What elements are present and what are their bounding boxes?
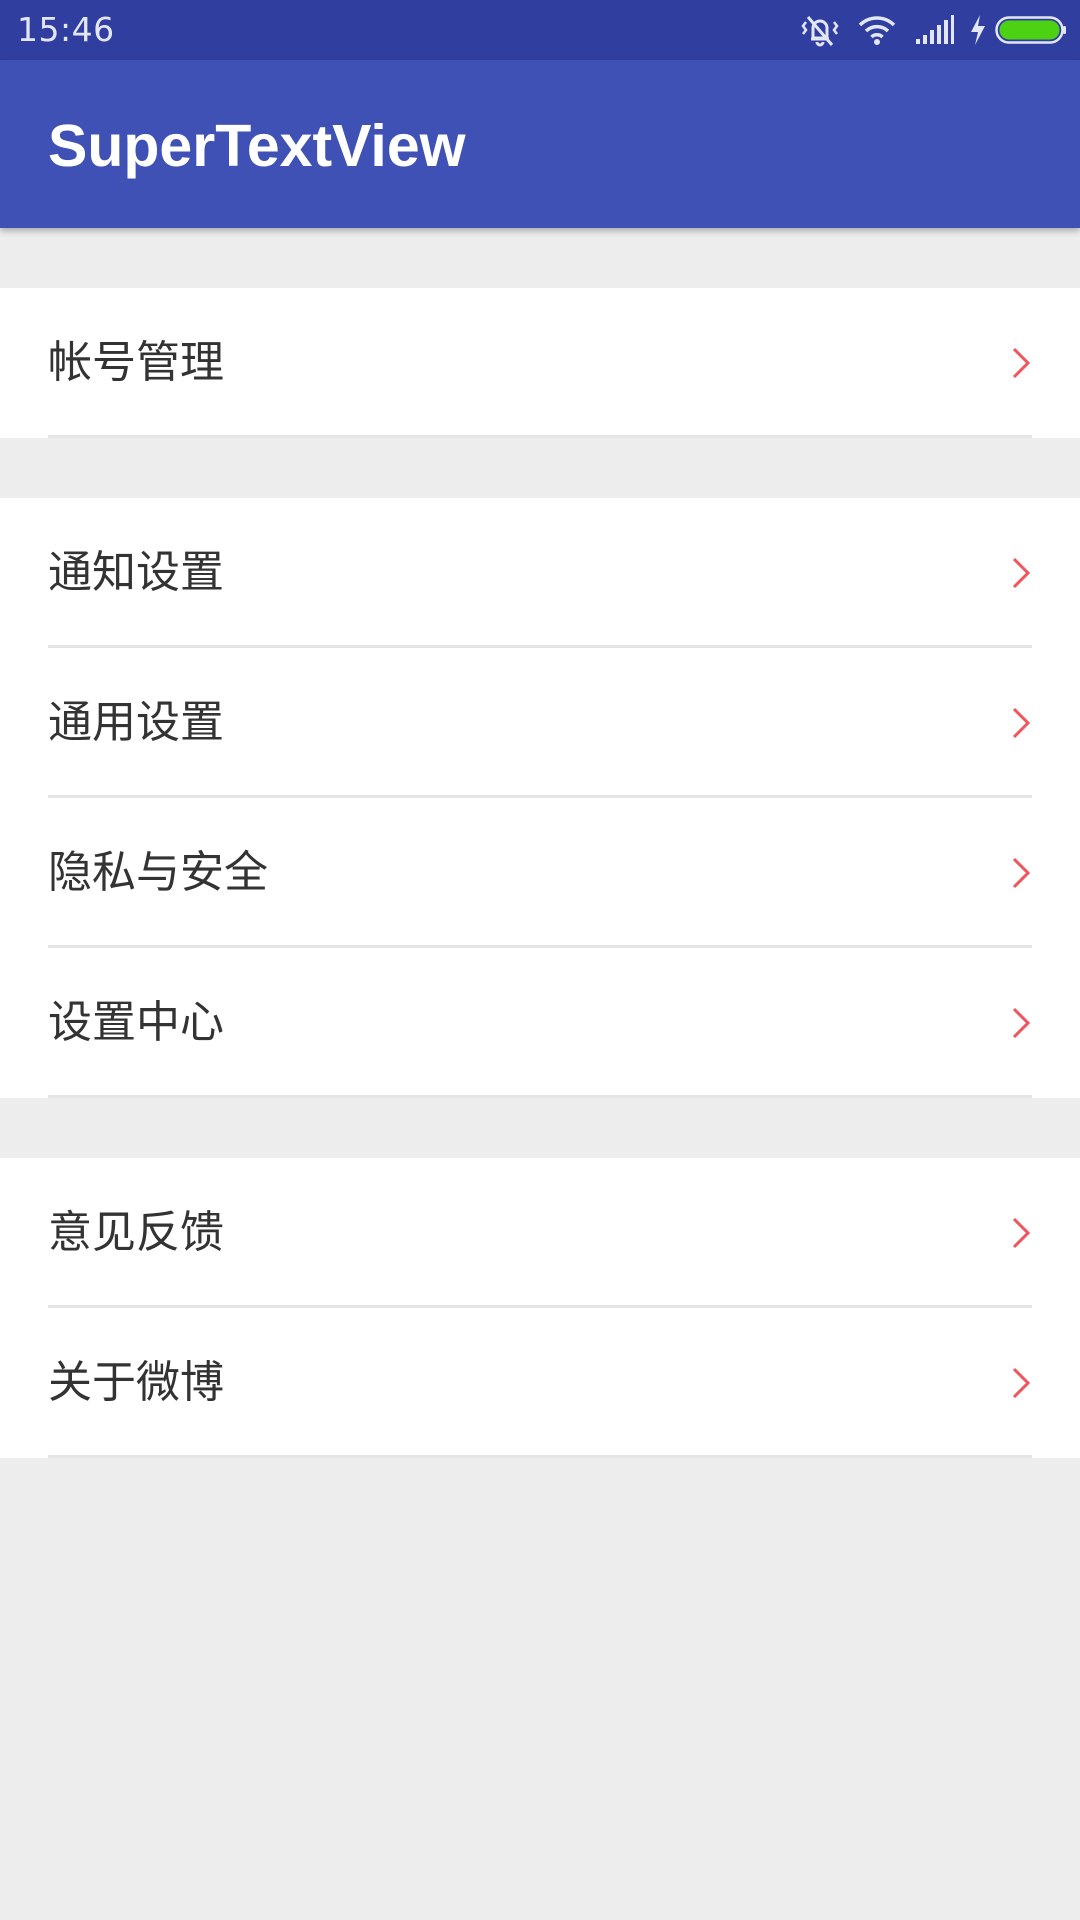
- status-bar: 15:46: [0, 0, 1080, 60]
- setting-item-label: 帐号管理: [48, 337, 224, 388]
- app-title: SuperTextView: [48, 113, 466, 179]
- chevron-right-icon: [1012, 347, 1030, 379]
- setting-item-label: 关于微博: [48, 1357, 224, 1408]
- chevron-right-icon: [1012, 557, 1030, 589]
- vibrate-icon: [801, 16, 839, 47]
- settings-group-preferences: 通知设置 通用设置 隐私与安全 设置中心: [0, 498, 1080, 1098]
- divider: [48, 1095, 1032, 1098]
- settings-group-account: 帐号管理: [0, 288, 1080, 438]
- chevron-right-icon: [1012, 1367, 1030, 1399]
- chevron-right-icon: [1012, 857, 1030, 889]
- setting-item-general-settings[interactable]: 通用设置: [0, 648, 1080, 798]
- chevron-right-icon: [1012, 707, 1030, 739]
- setting-item-account-management[interactable]: 帐号管理: [0, 288, 1080, 438]
- setting-item-about-weibo[interactable]: 关于微博: [0, 1308, 1080, 1458]
- setting-item-label: 隐私与安全: [48, 847, 268, 898]
- divider: [48, 435, 1032, 438]
- settings-group-about: 意见反馈 关于微博: [0, 1158, 1080, 1458]
- status-icons: [801, 10, 1067, 50]
- setting-item-privacy-security[interactable]: 隐私与安全: [0, 798, 1080, 948]
- wifi-icon: [858, 16, 896, 45]
- setting-item-notification-settings[interactable]: 通知设置: [0, 498, 1080, 648]
- divider: [48, 1455, 1032, 1458]
- status-time: 15:46: [17, 10, 115, 49]
- charging-icon: [971, 15, 985, 45]
- setting-item-feedback[interactable]: 意见反馈: [0, 1158, 1080, 1308]
- setting-item-settings-center[interactable]: 设置中心: [0, 948, 1080, 1098]
- setting-item-label: 设置中心: [48, 997, 224, 1048]
- setting-item-label: 意见反馈: [48, 1207, 224, 1258]
- chevron-right-icon: [1012, 1217, 1030, 1249]
- chevron-right-icon: [1012, 1007, 1030, 1039]
- setting-item-label: 通用设置: [48, 697, 224, 748]
- app-bar: SuperTextView: [0, 60, 1080, 228]
- battery-icon: [995, 16, 1066, 44]
- setting-item-label: 通知设置: [48, 547, 224, 598]
- signal-icon: [916, 15, 954, 44]
